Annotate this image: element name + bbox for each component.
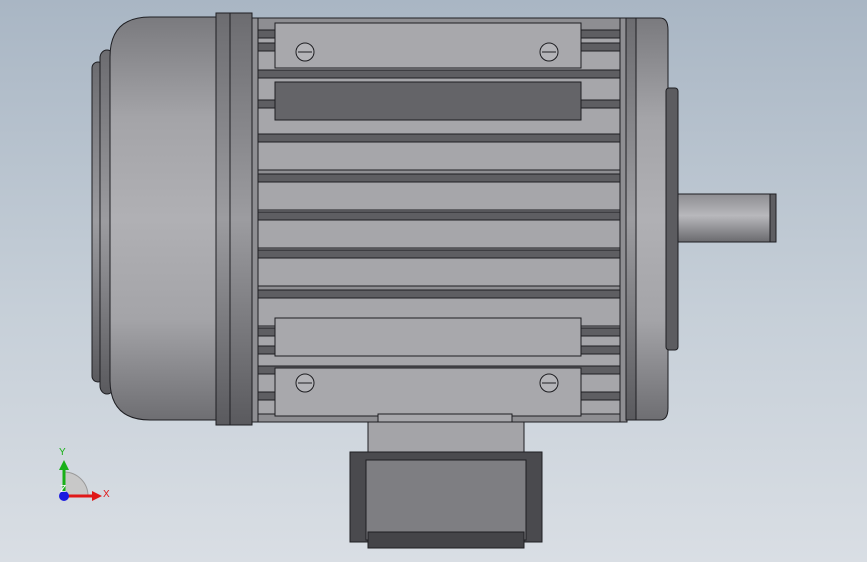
cooling-fin [257,249,621,287]
fan-cover [91,16,221,421]
coordinate-triad: Y X Z [59,447,110,501]
cooling-fin [257,173,621,211]
cooling-fin [257,211,621,249]
rear-flange [215,12,253,426]
x-axis-label: X [103,489,110,500]
y-axis-arrowhead [59,460,69,470]
output-shaft [677,193,777,243]
front-flange [625,17,679,421]
cooling-fin [257,133,621,171]
z-axis-label: Z [60,484,66,495]
x-axis-arrowhead [92,491,102,501]
model-viewport[interactable]: Y X Z [0,0,867,562]
mounting-foot [349,413,543,549]
y-axis-label: Y [59,447,66,458]
